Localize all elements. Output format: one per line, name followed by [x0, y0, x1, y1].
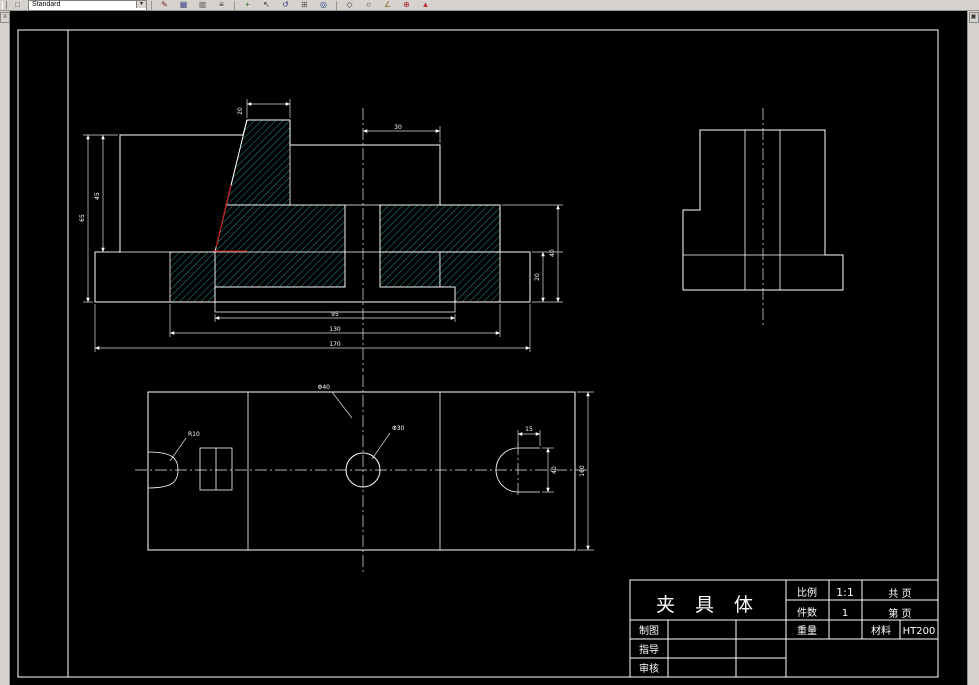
plan-view: Φ30 Φ40 R10 15 40 160: [135, 375, 594, 575]
dim-label: 130: [329, 326, 341, 333]
plan-dimensions: Φ30 Φ40 R10 15 40 160: [169, 384, 594, 551]
toolbar-grip[interactable]: [2, 1, 7, 9]
dim-label: 45: [94, 192, 101, 200]
zoom-icon[interactable]: ◎: [315, 0, 332, 10]
dim-label: Φ40: [318, 384, 331, 391]
internal-edges: [247, 392, 441, 550]
internal-edges: [683, 130, 825, 290]
qty-value: 1: [842, 608, 848, 619]
cursor-icon[interactable]: ↖: [258, 0, 275, 10]
circle-icon[interactable]: ○: [360, 0, 377, 10]
front-section-view: 20 30 65 45 20 40 95 130 170: [79, 99, 563, 372]
new-file-icon[interactable]: □: [9, 0, 26, 10]
left-toolbar: ≡: [0, 11, 10, 685]
qty-label: 件数: [797, 606, 817, 619]
hatch-region: [214, 204, 346, 288]
material-label: 材料: [871, 624, 891, 637]
page-label: 第 页: [888, 607, 911, 620]
toolbar-separator: [336, 0, 337, 10]
left-toolbar-handle-icon[interactable]: ≡: [0, 12, 10, 23]
dim-label: Φ30: [392, 425, 405, 432]
dim-label: 95: [331, 311, 339, 318]
dim-label: 20: [237, 107, 244, 115]
dim-label: 15: [525, 426, 533, 433]
drawing-canvas[interactable]: 20 30 65 45 20 40 95 130 170 Φ30 Φ40 R10…: [10, 11, 967, 685]
target-icon[interactable]: ⊕: [398, 0, 415, 10]
chevron-down-icon[interactable]: ▾: [136, 0, 146, 8]
table-icon[interactable]: ▦: [175, 0, 192, 10]
undo-icon[interactable]: ↺: [277, 0, 294, 10]
top-toolbar: □ Standard ▾ ✎ ▦ ▩ ≡ + ↖ ↺ ⊞ ◎ ◇ ○ ∠ ⊕ ▲: [0, 0, 979, 11]
hatch-region: [225, 119, 291, 206]
dim-label: R10: [188, 431, 200, 438]
scale-value: 1:1: [836, 586, 854, 599]
dim-label: 40: [549, 249, 556, 257]
hatch-region: [379, 204, 501, 253]
pages-label: 共 页: [888, 588, 911, 600]
text-style-dropdown[interactable]: Standard ▾: [28, 0, 147, 11]
flag-icon[interactable]: ▲: [417, 0, 434, 10]
hatch-region: [379, 251, 441, 288]
osnap-icon[interactable]: ◇: [341, 0, 358, 10]
pencil-icon[interactable]: ✎: [156, 0, 173, 10]
text-style-value: Standard: [32, 0, 61, 8]
toolbar-separator: [151, 0, 152, 10]
dim-label: 20: [534, 273, 541, 281]
material-value: HT200: [903, 626, 936, 637]
part-outline: [147, 391, 576, 551]
dim-label: 30: [394, 124, 402, 131]
hatch-region: [169, 251, 216, 303]
grid-icon[interactable]: ⊞: [296, 0, 313, 10]
dim-label: 160: [579, 465, 586, 477]
check-label: 审核: [639, 662, 659, 675]
base-groove: [214, 286, 456, 313]
drawn-label: 制图: [639, 624, 659, 637]
title-block: 夹 具 体 比例 1:1 共 页 件数 1 第 页 制图 指导 审核 重量 材料…: [629, 579, 939, 678]
dim-label: 65: [79, 214, 86, 222]
scale-label: 比例: [797, 586, 817, 599]
toolbar-separator: [234, 0, 235, 10]
part-name: 夹 具 体: [656, 594, 760, 616]
dim-label: 40: [551, 466, 558, 474]
right-toolbar-handle-icon[interactable]: ▣: [968, 12, 979, 23]
hatch-region: [439, 251, 501, 303]
side-view: [682, 108, 844, 325]
layers-icon[interactable]: ≡: [213, 0, 230, 10]
plus-icon[interactable]: +: [239, 0, 256, 10]
weight-label: 重量: [797, 624, 817, 637]
dim-label: 170: [329, 341, 341, 348]
right-toolbar: ▣: [967, 11, 979, 685]
angle-icon[interactable]: ∠: [379, 0, 396, 10]
left-slot: [199, 447, 233, 491]
guide-label: 指导: [639, 643, 659, 656]
palette-icon[interactable]: ▩: [194, 0, 211, 10]
